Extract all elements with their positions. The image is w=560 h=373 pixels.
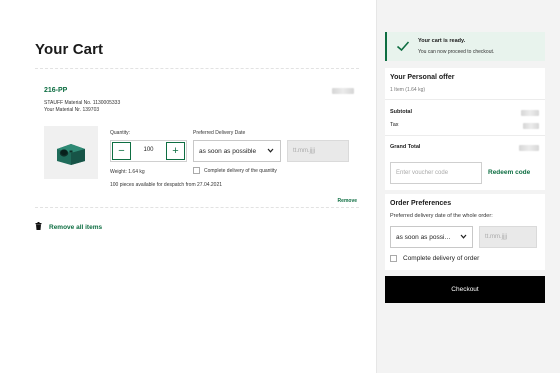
offer-title: Your Personal offer bbox=[390, 74, 455, 81]
decrease-quantity-button[interactable]: − bbox=[112, 142, 131, 160]
subtotal-value-blurred bbox=[521, 110, 539, 116]
complete-delivery-label: Complete delivery of the quantity bbox=[204, 167, 277, 174]
offer-items-summary: 1 Item (1.64 kg) bbox=[390, 87, 426, 93]
order-delivery-date-select[interactable]: as soon as possi… bbox=[390, 226, 473, 248]
increase-quantity-button[interactable]: + bbox=[166, 142, 185, 160]
stock-info: 100 pieces available for despatch from 2… bbox=[110, 182, 223, 188]
notification-title: Your cart is ready. bbox=[418, 38, 466, 44]
remove-all-items-button[interactable]: Remove all items bbox=[35, 222, 102, 232]
cart-item: 216-PP STAUFF Material No. 1130005333 Yo… bbox=[35, 68, 359, 208]
material-number: STAUFF Material No. 1130005333 bbox=[44, 100, 121, 106]
customer-material-number: Your Material Nr. 139703 bbox=[44, 107, 100, 113]
complete-delivery-checkbox[interactable] bbox=[193, 167, 200, 174]
order-preferences-panel: Order Preferences Preferred delivery dat… bbox=[385, 194, 545, 270]
quantity-stepper: − 100 + bbox=[110, 140, 187, 162]
chevron-down-icon bbox=[460, 233, 467, 242]
page-title: Your Cart bbox=[35, 41, 104, 58]
complete-order-delivery-label: Complete delivery of order bbox=[403, 255, 480, 262]
cart-ready-notification: Your cart is ready. You can now proceed … bbox=[385, 32, 545, 61]
quantity-input[interactable]: 100 bbox=[133, 147, 164, 153]
complete-delivery-checkbox-row[interactable]: Complete delivery of the quantity bbox=[193, 167, 277, 174]
order-preferences-subtitle: Preferred delivery date of the whole ord… bbox=[390, 213, 493, 219]
delivery-date-select[interactable]: as soon as possible bbox=[193, 140, 281, 162]
delivery-date-select-value: as soon as possible bbox=[199, 148, 257, 155]
complete-order-delivery-row[interactable]: Complete delivery of order bbox=[390, 255, 479, 262]
item-sku[interactable]: 216-PP bbox=[44, 87, 67, 94]
redeem-code-button[interactable]: Redeem code bbox=[488, 169, 530, 176]
remove-item-link[interactable]: Remove bbox=[338, 198, 357, 204]
subtotal-label: Subtotal bbox=[390, 109, 412, 115]
checkout-button[interactable]: Checkout bbox=[385, 276, 545, 303]
checkmark-icon bbox=[396, 39, 410, 58]
notification-subtitle: You can now proceed to checkout. bbox=[418, 49, 495, 55]
grand-total-label: Grand Total bbox=[390, 144, 421, 150]
item-price-blurred bbox=[332, 88, 354, 94]
delivery-date-label: Preferred Delivery Date bbox=[193, 130, 246, 136]
order-delivery-select-value: as soon as possi… bbox=[396, 234, 451, 241]
grand-total-value-blurred bbox=[519, 145, 539, 151]
chevron-down-icon bbox=[267, 147, 274, 156]
delivery-date-input[interactable]: tt.mm.jjjj bbox=[287, 140, 349, 162]
divider bbox=[385, 135, 545, 136]
item-weight: Weight: 1.64 kg bbox=[110, 169, 145, 175]
quantity-label: Quantity: bbox=[110, 130, 131, 136]
order-preferences-title: Order Preferences bbox=[390, 200, 452, 207]
remove-all-items-label: Remove all items bbox=[49, 223, 103, 231]
trash-icon bbox=[35, 222, 42, 232]
divider bbox=[385, 99, 545, 100]
tax-value-blurred bbox=[523, 123, 539, 129]
tax-label: Tax bbox=[390, 122, 399, 128]
product-image bbox=[44, 126, 98, 179]
cart-panel: Your Cart 216-PP STAUFF Material No. 113… bbox=[0, 0, 376, 373]
voucher-code-input[interactable]: Enter voucher code bbox=[390, 162, 482, 184]
personal-offer-panel: Your Personal offer 1 Item (1.64 kg) Sub… bbox=[385, 68, 545, 190]
complete-order-delivery-checkbox[interactable] bbox=[390, 255, 397, 262]
order-delivery-date-input[interactable]: tt.mm.jjjj bbox=[479, 226, 537, 248]
